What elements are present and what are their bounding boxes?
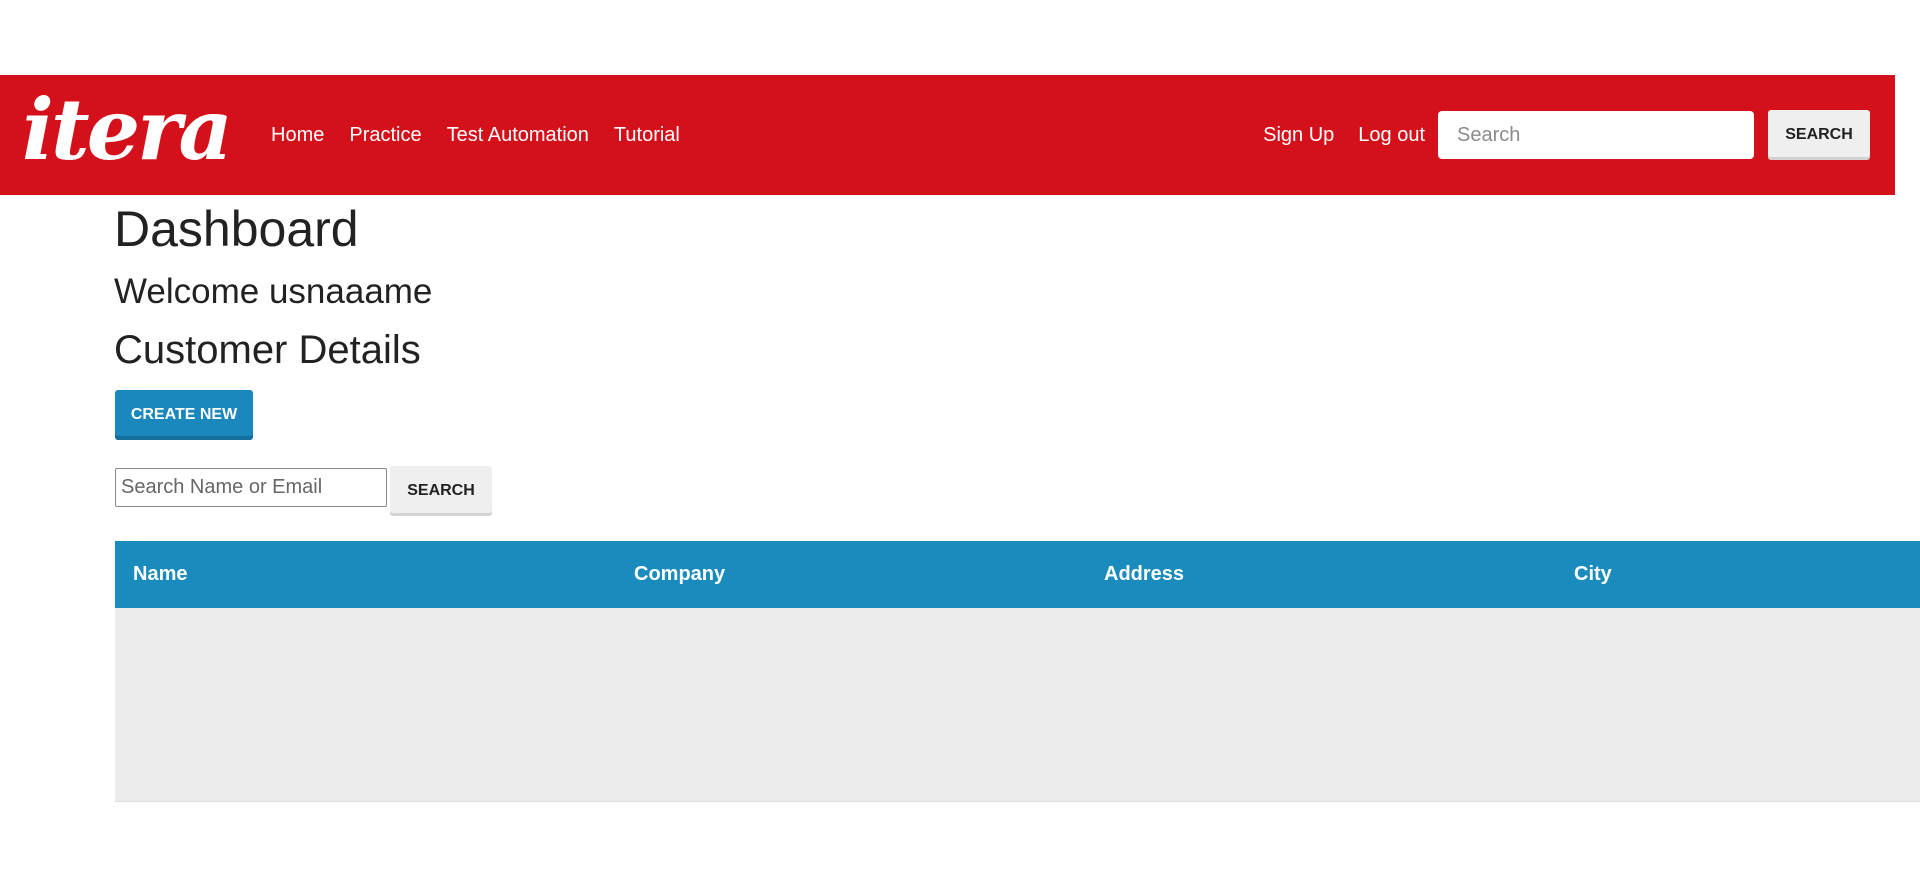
navbar-search-button[interactable]: SEARCH (1768, 110, 1870, 160)
column-header-company[interactable]: Company (616, 541, 1086, 608)
column-header-name[interactable]: Name (115, 541, 616, 608)
nav-link-log-out[interactable]: Log out (1358, 124, 1425, 147)
customer-search-input[interactable] (115, 468, 387, 507)
nav-link-test-automation[interactable]: Test Automation (447, 124, 589, 147)
top-navbar: itera Home Practice Test Automation Tuto… (0, 75, 1895, 195)
logo-text: itera (22, 89, 230, 179)
customer-table: Name Company Address City (115, 541, 1920, 802)
primary-nav: Home Practice Test Automation Tutorial (271, 75, 705, 195)
welcome-message: Welcome usnaaame (114, 272, 433, 311)
page: itera Home Practice Test Automation Tuto… (0, 0, 1920, 892)
customer-table-container: Name Company Address City (115, 541, 1920, 802)
table-empty-cell (115, 608, 1920, 802)
navbar-search-input[interactable] (1438, 111, 1754, 159)
nav-link-practice[interactable]: Practice (349, 124, 421, 147)
table-empty-row (115, 608, 1920, 802)
nav-link-tutorial[interactable]: Tutorial (614, 124, 680, 147)
table-header-row: Name Company Address City (115, 541, 1920, 608)
column-header-city[interactable]: City (1556, 541, 1920, 608)
nav-link-home[interactable]: Home (271, 124, 324, 147)
create-new-button[interactable]: CREATE NEW (115, 390, 253, 440)
page-title: Dashboard (114, 201, 359, 257)
itera-logo[interactable]: itera (22, 89, 242, 181)
section-title: Customer Details (114, 328, 421, 372)
column-header-address[interactable]: Address (1086, 541, 1556, 608)
nav-link-sign-up[interactable]: Sign Up (1263, 124, 1334, 147)
account-nav: Sign Up Log out SEARCH (1263, 75, 1870, 195)
customer-search-button[interactable]: SEARCH (390, 466, 492, 516)
